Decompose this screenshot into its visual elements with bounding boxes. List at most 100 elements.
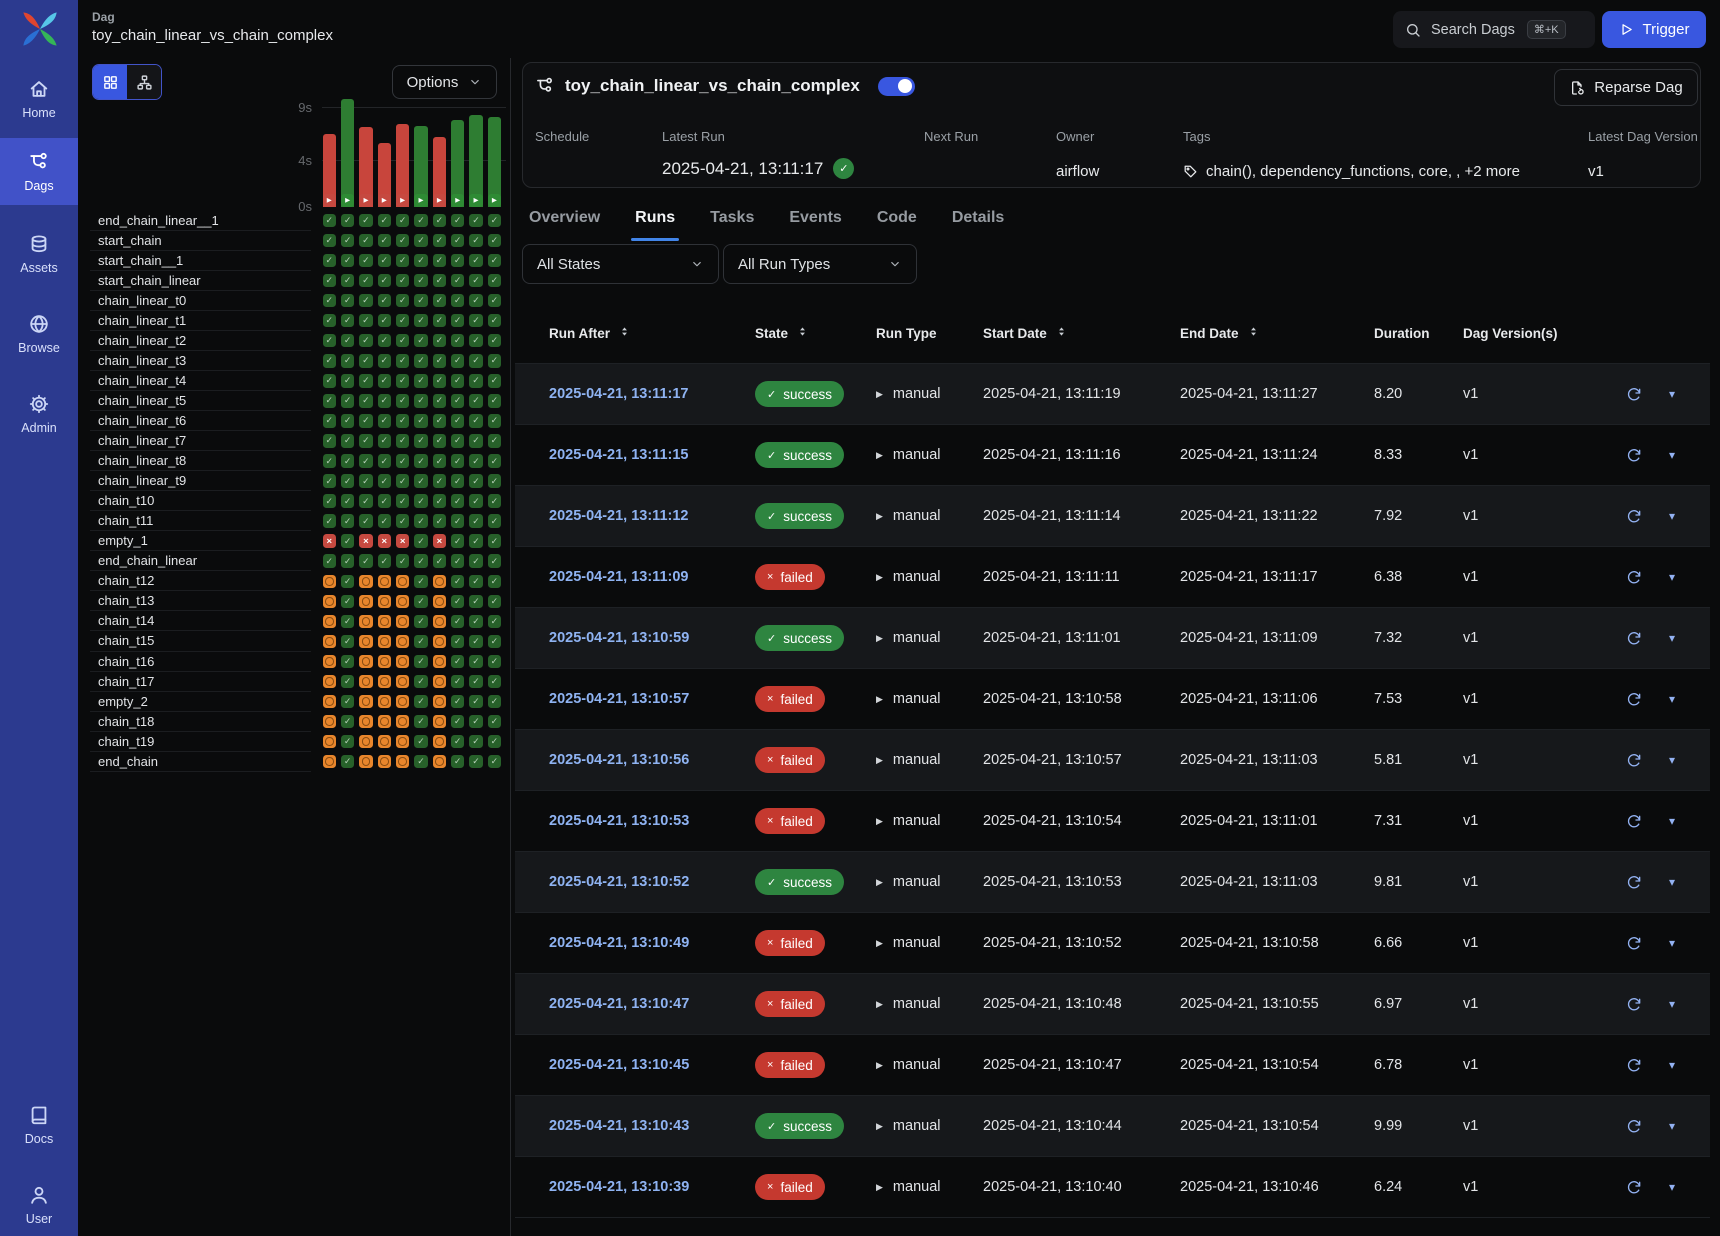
task-name[interactable]: chain_t14 <box>98 611 154 631</box>
task-instance-upstream-failed-cell[interactable] <box>396 595 410 609</box>
task-instance-success-cell[interactable]: ✓ <box>469 655 483 669</box>
task-instance-success-cell[interactable]: ✓ <box>451 334 465 348</box>
task-instance-success-cell[interactable]: ✓ <box>451 234 465 248</box>
task-instance-upstream-failed-cell[interactable] <box>359 595 373 609</box>
task-instance-success-cell[interactable]: ✓ <box>488 635 502 649</box>
task-name[interactable]: start_chain__1 <box>98 251 183 271</box>
task-instance-success-cell[interactable]: ✓ <box>359 514 373 528</box>
task-instance-upstream-failed-cell[interactable] <box>378 595 392 609</box>
row-menu-caret[interactable]: ▾ <box>1669 1058 1675 1072</box>
task-name[interactable]: start_chain_linear <box>98 271 201 291</box>
task-instance-success-cell[interactable]: ✓ <box>451 655 465 669</box>
task-instance-success-cell[interactable]: ✓ <box>341 575 355 589</box>
clear-run-button[interactable] <box>1626 386 1642 402</box>
task-instance-success-cell[interactable]: ✓ <box>341 374 355 388</box>
sort-icon[interactable] <box>1055 325 1068 341</box>
task-name[interactable]: chain_t12 <box>98 571 154 591</box>
task-instance-success-cell[interactable]: ✓ <box>341 274 355 288</box>
task-instance-success-cell[interactable]: ✓ <box>323 214 337 228</box>
task-instance-success-cell[interactable]: ✓ <box>359 274 373 288</box>
task-instance-success-cell[interactable]: ✓ <box>488 595 502 609</box>
task-instance-upstream-failed-cell[interactable] <box>378 675 392 689</box>
clear-run-button[interactable] <box>1626 1057 1642 1073</box>
task-instance-success-cell[interactable]: ✓ <box>341 534 355 548</box>
task-instance-success-cell[interactable]: ✓ <box>396 214 410 228</box>
run-after-link[interactable]: 2025-04-21, 13:10:56 <box>549 752 755 768</box>
task-instance-success-cell[interactable]: ✓ <box>341 454 355 468</box>
task-instance-success-cell[interactable]: ✓ <box>451 274 465 288</box>
search-dags-input[interactable]: Search Dags ⌘+K <box>1393 11 1595 48</box>
task-instance-success-cell[interactable]: ✓ <box>341 755 355 769</box>
task-instance-success-cell[interactable]: ✓ <box>488 554 502 568</box>
task-instance-success-cell[interactable]: ✓ <box>488 534 502 548</box>
task-instance-success-cell[interactable]: ✓ <box>341 394 355 408</box>
task-instance-success-cell[interactable]: ✓ <box>433 434 447 448</box>
task-instance-upstream-failed-cell[interactable] <box>359 575 373 589</box>
task-instance-success-cell[interactable]: ✓ <box>396 394 410 408</box>
task-instance-upstream-failed-cell[interactable] <box>433 655 447 669</box>
run-after-link[interactable]: 2025-04-21, 13:11:15 <box>549 447 755 463</box>
task-instance-upstream-failed-cell[interactable] <box>433 675 447 689</box>
task-instance-success-cell[interactable]: ✓ <box>341 434 355 448</box>
task-instance-success-cell[interactable]: ✓ <box>323 414 337 428</box>
task-instance-success-cell[interactable]: ✓ <box>323 554 337 568</box>
task-instance-success-cell[interactable]: ✓ <box>433 354 447 368</box>
task-instance-success-cell[interactable]: ✓ <box>451 314 465 328</box>
task-instance-success-cell[interactable]: ✓ <box>396 354 410 368</box>
task-instance-success-cell[interactable]: ✓ <box>488 615 502 629</box>
task-name[interactable]: end_chain_linear__1 <box>98 211 219 231</box>
task-instance-success-cell[interactable]: ✓ <box>323 394 337 408</box>
tab-details[interactable]: Details <box>950 205 1006 241</box>
clear-run-button[interactable] <box>1626 1179 1642 1195</box>
task-instance-upstream-failed-cell[interactable] <box>433 635 447 649</box>
task-instance-success-cell[interactable]: ✓ <box>414 394 428 408</box>
task-instance-success-cell[interactable]: ✓ <box>341 655 355 669</box>
task-instance-success-cell[interactable]: ✓ <box>378 454 392 468</box>
sort-icon[interactable] <box>1247 325 1260 341</box>
task-instance-upstream-failed-cell[interactable] <box>378 755 392 769</box>
task-instance-success-cell[interactable]: ✓ <box>488 374 502 388</box>
task-instance-success-cell[interactable]: ✓ <box>323 434 337 448</box>
task-instance-success-cell[interactable]: ✓ <box>451 695 465 709</box>
task-instance-upstream-failed-cell[interactable] <box>378 635 392 649</box>
task-instance-upstream-failed-cell[interactable] <box>378 615 392 629</box>
task-name[interactable]: chain_t13 <box>98 591 154 611</box>
run-after-link[interactable]: 2025-04-21, 13:10:59 <box>549 630 755 646</box>
task-instance-success-cell[interactable]: ✓ <box>414 254 428 268</box>
task-instance-success-cell[interactable]: ✓ <box>414 494 428 508</box>
task-instance-success-cell[interactable]: ✓ <box>469 334 483 348</box>
task-instance-upstream-failed-cell[interactable] <box>378 735 392 749</box>
task-instance-success-cell[interactable]: ✓ <box>378 274 392 288</box>
run-state-cell[interactable]: ▶ <box>469 194 483 208</box>
task-instance-success-cell[interactable]: ✓ <box>469 294 483 308</box>
row-menu-caret[interactable]: ▾ <box>1669 1119 1675 1133</box>
sort-icon[interactable] <box>618 325 631 341</box>
task-instance-success-cell[interactable]: ✓ <box>414 595 428 609</box>
row-menu-caret[interactable]: ▾ <box>1669 936 1675 950</box>
task-instance-upstream-failed-cell[interactable] <box>396 695 410 709</box>
task-instance-success-cell[interactable]: ✓ <box>378 414 392 428</box>
task-instance-success-cell[interactable]: ✓ <box>469 414 483 428</box>
state-filter-select[interactable]: All States <box>522 244 719 284</box>
task-instance-success-cell[interactable]: ✓ <box>396 474 410 488</box>
task-instance-success-cell[interactable]: ✓ <box>469 735 483 749</box>
task-instance-success-cell[interactable]: ✓ <box>323 234 337 248</box>
task-instance-upstream-failed-cell[interactable] <box>323 755 337 769</box>
task-instance-upstream-failed-cell[interactable] <box>433 615 447 629</box>
task-instance-success-cell[interactable]: ✓ <box>396 234 410 248</box>
task-instance-success-cell[interactable]: ✓ <box>341 635 355 649</box>
task-instance-success-cell[interactable]: ✓ <box>469 715 483 729</box>
task-instance-success-cell[interactable]: ✓ <box>451 675 465 689</box>
task-instance-success-cell[interactable]: ✓ <box>359 254 373 268</box>
task-instance-success-cell[interactable]: ✓ <box>359 434 373 448</box>
task-instance-success-cell[interactable]: ✓ <box>451 494 465 508</box>
task-name[interactable]: chain_linear_t4 <box>98 371 186 391</box>
task-instance-success-cell[interactable]: ✓ <box>414 214 428 228</box>
task-instance-failed-cell[interactable]: × <box>359 534 373 548</box>
task-instance-upstream-failed-cell[interactable] <box>378 655 392 669</box>
task-instance-success-cell[interactable]: ✓ <box>359 554 373 568</box>
task-instance-success-cell[interactable]: ✓ <box>433 554 447 568</box>
task-name[interactable]: chain_t10 <box>98 491 154 511</box>
task-instance-success-cell[interactable]: ✓ <box>359 354 373 368</box>
task-instance-upstream-failed-cell[interactable] <box>396 675 410 689</box>
